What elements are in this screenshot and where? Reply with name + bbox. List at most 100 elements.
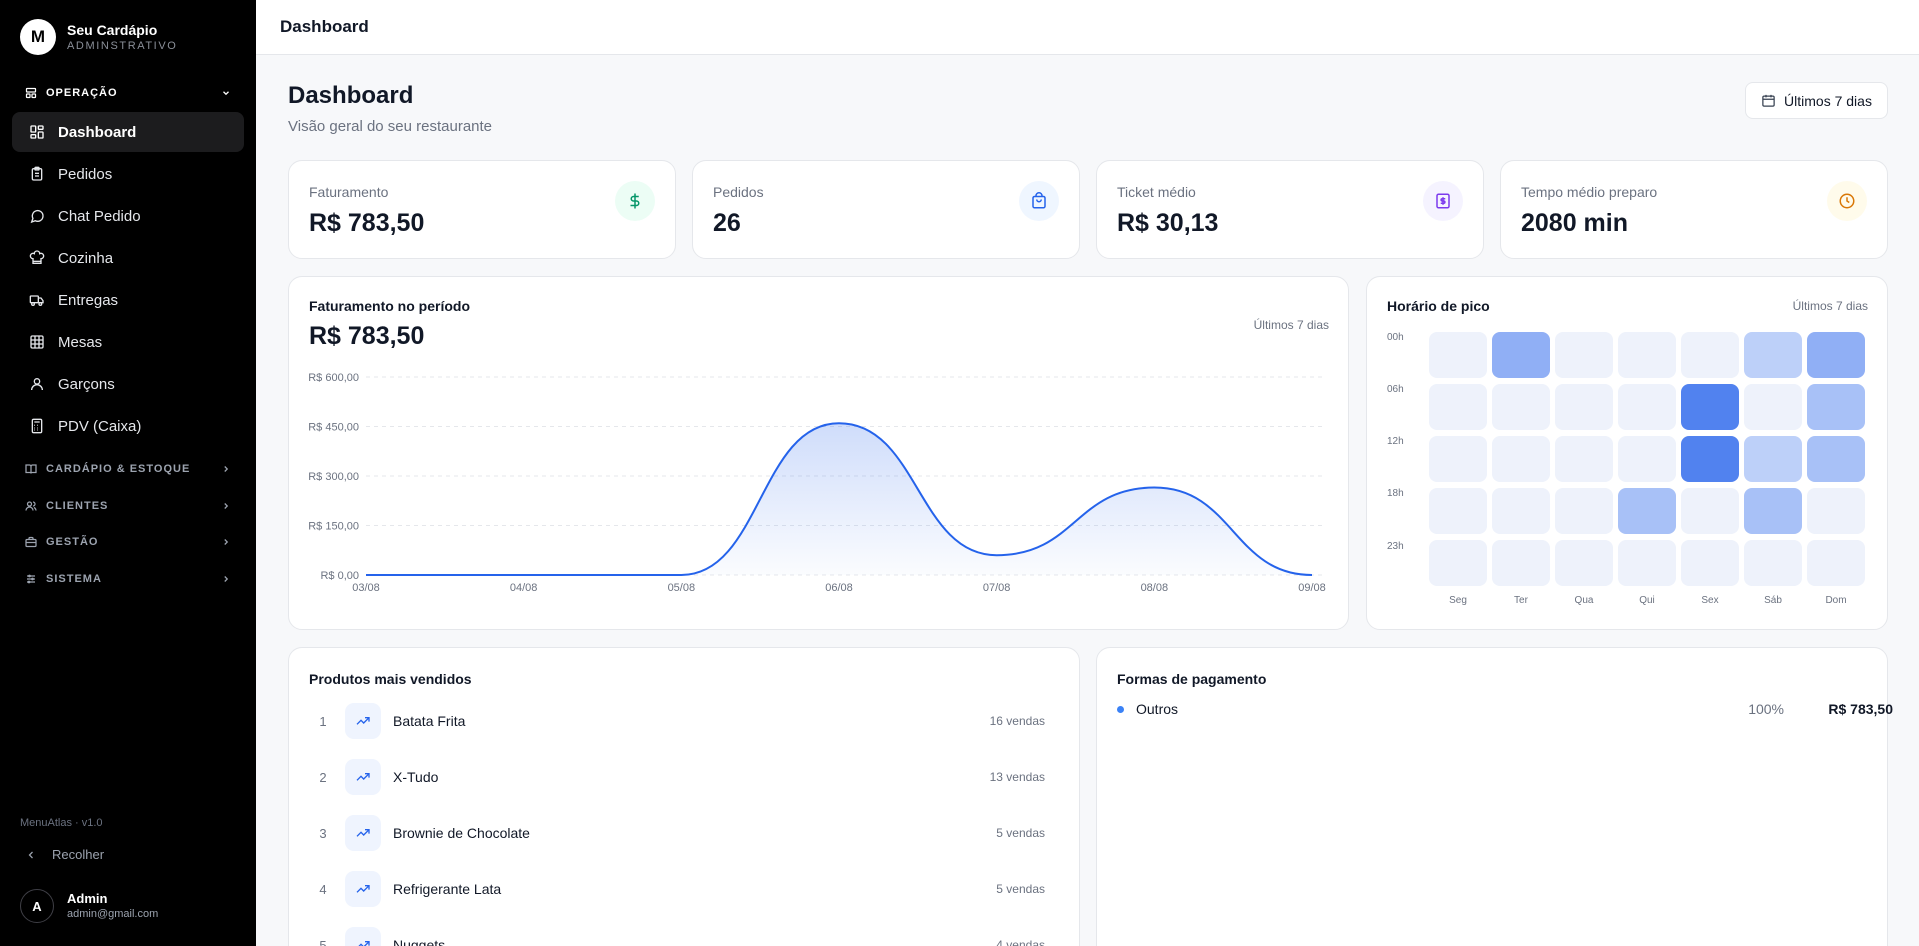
heatmap-day-label: Seg [1449,595,1467,606]
heatmap-cell[interactable] [1618,332,1676,378]
chevron-right-icon [220,573,232,585]
product-name: X-Tudo [393,769,439,785]
heatmap-cell[interactable] [1429,436,1487,482]
top-products-card: Produtos mais vendidos 1 Batata Frita 16 v… [288,647,1080,946]
layout-icon [24,86,38,100]
heatmap-cell[interactable] [1429,488,1487,534]
heatmap-cell[interactable] [1681,384,1739,430]
trending-up-icon [345,759,381,795]
dashboard-icon [28,123,46,141]
chevron-right-icon [220,500,232,512]
heatmap-cell[interactable] [1744,332,1802,378]
user-profile[interactable]: A Admin admin@gmail.com [20,889,158,923]
sidebar-item-label: Garçons [58,375,115,393]
heatmap-cell[interactable] [1492,384,1550,430]
heatmap-cell[interactable] [1429,540,1487,586]
sidebar-item-dashboard[interactable]: Dashboard [12,112,244,152]
y-tick-label: R$ 300,00 [308,471,359,483]
heatmap-cell[interactable] [1555,436,1613,482]
product-row: 5 Nuggets 4 vendas [309,925,1045,946]
heatmap-cell[interactable] [1744,436,1802,482]
heatmap-cell[interactable] [1807,384,1865,430]
heatmap-day-label: Ter [1514,595,1528,606]
heatmap-cell[interactable] [1618,384,1676,430]
section-clientes[interactable]: CLIENTES [24,499,232,513]
heatmap-day-label: Sáb [1764,595,1782,606]
heatmap-cell[interactable] [1681,436,1739,482]
x-tick-label: 05/08 [668,582,696,594]
heatmap-cell[interactable] [1429,384,1487,430]
data-point[interactable] [836,420,842,426]
heatmap-cell[interactable] [1681,540,1739,586]
heatmap-day-label: Qua [1574,595,1594,606]
heatmap-cell[interactable] [1492,488,1550,534]
collapse-button[interactable]: Recolher [24,847,104,862]
truck-icon [28,291,46,309]
chevron-right-icon [220,536,232,548]
calendar-icon [1761,93,1776,108]
section-label: SISTEMA [46,573,102,585]
heatmap-cell[interactable] [1744,384,1802,430]
dollar-icon [615,181,655,221]
heatmap-cell[interactable] [1492,436,1550,482]
heatmap-cell[interactable] [1681,488,1739,534]
heatmap-cell[interactable] [1744,540,1802,586]
heatmap-cell[interactable] [1618,488,1676,534]
data-point[interactable] [1151,485,1157,491]
heatmap-cell[interactable] [1555,488,1613,534]
sidebar-item-chat-pedido[interactable]: Chat Pedido [12,196,244,236]
sidebar-item-garcons[interactable]: Garçons [12,364,244,404]
sidebar-item-entregas[interactable]: Entregas [12,280,244,320]
heatmap-cell[interactable] [1492,540,1550,586]
sidebar-item-cozinha[interactable]: Cozinha [12,238,244,278]
page-title: Dashboard [288,82,414,109]
section-cardapio-estoque[interactable]: CARDÁPIO & ESTOQUE [24,462,232,476]
heatmap-cell[interactable] [1744,488,1802,534]
product-name: Batata Frita [393,713,466,729]
heatmap-cell[interactable] [1429,332,1487,378]
heatmap-cell[interactable] [1492,332,1550,378]
heatmap-cell[interactable] [1807,436,1865,482]
sidebar-item-pdv[interactable]: PDV (Caixa) [12,406,244,446]
section-label: GESTÃO [46,536,99,548]
section-gestao[interactable]: GESTÃO [24,535,232,549]
date-range-button[interactable]: Últimos 7 dias [1745,82,1888,119]
heatmap-day-label: Dom [1825,595,1847,606]
avatar: A [20,889,54,923]
products-title: Produtos mais vendidos [309,671,472,687]
heatmap-title: Horário de pico [1387,298,1490,314]
product-name: Nuggets [393,937,446,946]
x-tick-label: 03/08 [352,582,380,594]
product-rank: 4 [319,881,327,897]
data-point[interactable] [363,572,369,578]
heatmap-cell[interactable] [1807,332,1865,378]
brand[interactable]: M Seu Cardápio ADMINSTRATIVO [20,19,177,55]
stat-value: 2080 min [1521,209,1629,237]
x-tick-label: 06/08 [825,582,853,594]
sidebar-item-label: Pedidos [58,165,113,183]
heatmap-cell[interactable] [1555,384,1613,430]
heatmap-range: Últimos 7 dias [1792,299,1868,313]
sidebar-item-mesas[interactable]: Mesas [12,322,244,362]
data-point[interactable] [1309,572,1315,578]
heatmap-hour-label: 00h [1387,332,1404,343]
data-point[interactable] [994,552,1000,558]
heatmap-cell[interactable] [1807,488,1865,534]
section-sistema[interactable]: SISTEMA [24,572,232,586]
trending-up-icon [345,703,381,739]
heatmap-cell[interactable] [1618,436,1676,482]
date-range-label: Últimos 7 dias [1784,92,1872,109]
product-name: Brownie de Chocolate [393,825,530,841]
data-point[interactable] [678,572,684,578]
heatmap-cell[interactable] [1681,332,1739,378]
sidebar-item-pedidos[interactable]: Pedidos [12,154,244,194]
data-point[interactable] [521,572,527,578]
heatmap-cell[interactable] [1618,540,1676,586]
calculator-icon [28,417,46,435]
heatmap-cell[interactable] [1807,540,1865,586]
product-sales: 13 vendas [989,770,1045,784]
payments-title: Formas de pagamento [1117,671,1267,687]
heatmap-cell[interactable] [1555,540,1613,586]
heatmap-cell[interactable] [1555,332,1613,378]
section-operacao[interactable]: OPERAÇÃO [24,86,232,100]
